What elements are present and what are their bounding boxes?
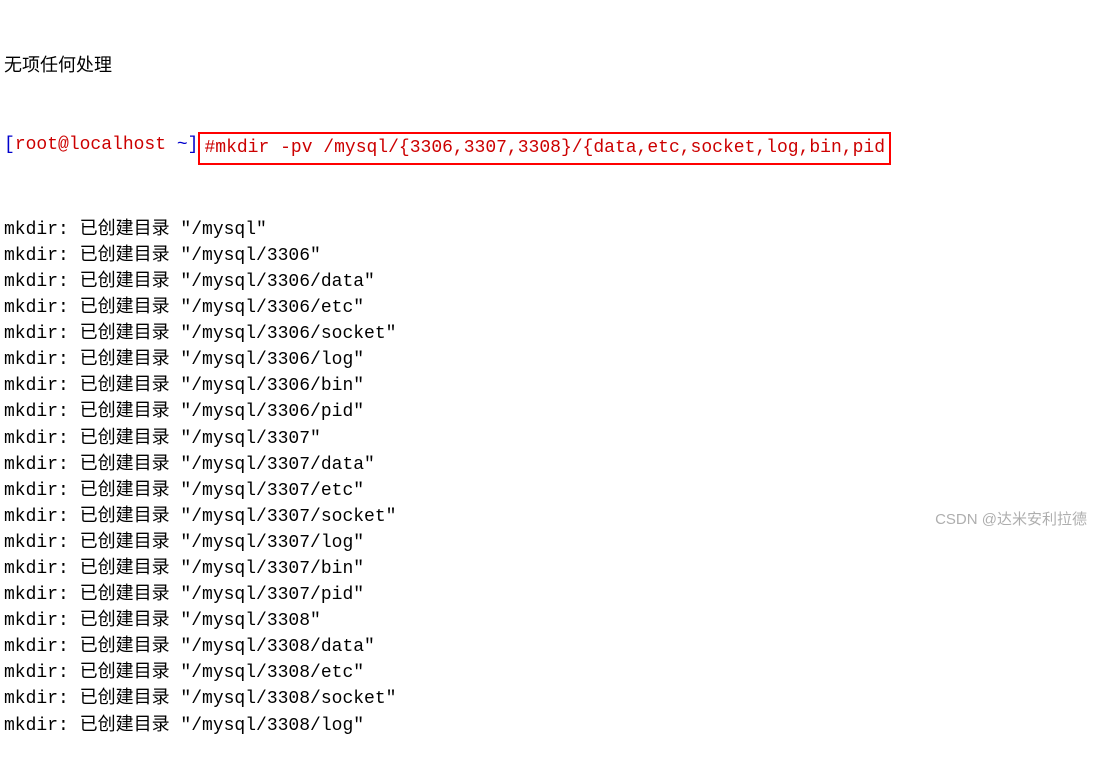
output-line: mkdir: 已创建目录 "/mysql/3307/bin"	[4, 556, 1095, 582]
output-line: mkdir: 已创建目录 "/mysql/3307/data"	[4, 452, 1095, 478]
output-line: mkdir: 已创建目录 "/mysql/3308/data"	[4, 634, 1095, 660]
output-line: mkdir: 已创建目录 "/mysql/3308/etc"	[4, 660, 1095, 686]
prompt-open-bracket: [	[4, 135, 15, 155]
command-prompt-line: [root@localhost ~]#mkdir -pv /mysql/{330…	[4, 132, 1095, 164]
output-line: mkdir: 已创建目录 "/mysql/3306/pid"	[4, 399, 1095, 425]
output-line: mkdir: 已创建目录 "/mysql/3307"	[4, 426, 1095, 452]
prompt-tilde: ~	[166, 135, 188, 155]
header-text: 无项任何处理	[4, 54, 1095, 80]
output-line: mkdir: 已创建目录 "/mysql/3308/socket"	[4, 686, 1095, 712]
output-line: mkdir: 已创建目录 "/mysql"	[4, 217, 1095, 243]
command-text: mkdir -pv /mysql/{3306,3307,3308}/{data,…	[215, 138, 885, 158]
output-line: mkdir: 已创建目录 "/mysql/3306/etc"	[4, 295, 1095, 321]
output-line: mkdir: 已创建目录 "/mysql/3306"	[4, 243, 1095, 269]
output-line: mkdir: 已创建目录 "/mysql/3307/socket"	[4, 504, 1095, 530]
terminal-output: 无项任何处理 [root@localhost ~]#mkdir -pv /mys…	[4, 2, 1095, 765]
output-line: mkdir: 已创建目录 "/mysql/3307/etc"	[4, 478, 1095, 504]
prompt-user-host: root@localhost	[15, 135, 166, 155]
output-line: mkdir: 已创建目录 "/mysql/3306/socket"	[4, 321, 1095, 347]
output-line: mkdir: 已创建目录 "/mysql/3306/bin"	[4, 373, 1095, 399]
output-line: mkdir: 已创建目录 "/mysql/3307/pid"	[4, 582, 1095, 608]
output-line: mkdir: 已创建目录 "/mysql/3307/log"	[4, 530, 1095, 556]
output-line: mkdir: 已创建目录 "/mysql/3306/data"	[4, 269, 1095, 295]
prompt-hash: #	[204, 138, 215, 158]
output-line: mkdir: 已创建目录 "/mysql/3308/log"	[4, 713, 1095, 739]
highlighted-command: #mkdir -pv /mysql/{3306,3307,3308}/{data…	[198, 132, 891, 164]
output-line: mkdir: 已创建目录 "/mysql/3306/log"	[4, 347, 1095, 373]
watermark-text: CSDN @达米安利拉德	[935, 509, 1087, 531]
output-lines-container: mkdir: 已创建目录 "/mysql"mkdir: 已创建目录 "/mysq…	[4, 217, 1095, 739]
output-line: mkdir: 已创建目录 "/mysql/3308"	[4, 608, 1095, 634]
prompt-close-bracket: ]	[188, 135, 199, 155]
